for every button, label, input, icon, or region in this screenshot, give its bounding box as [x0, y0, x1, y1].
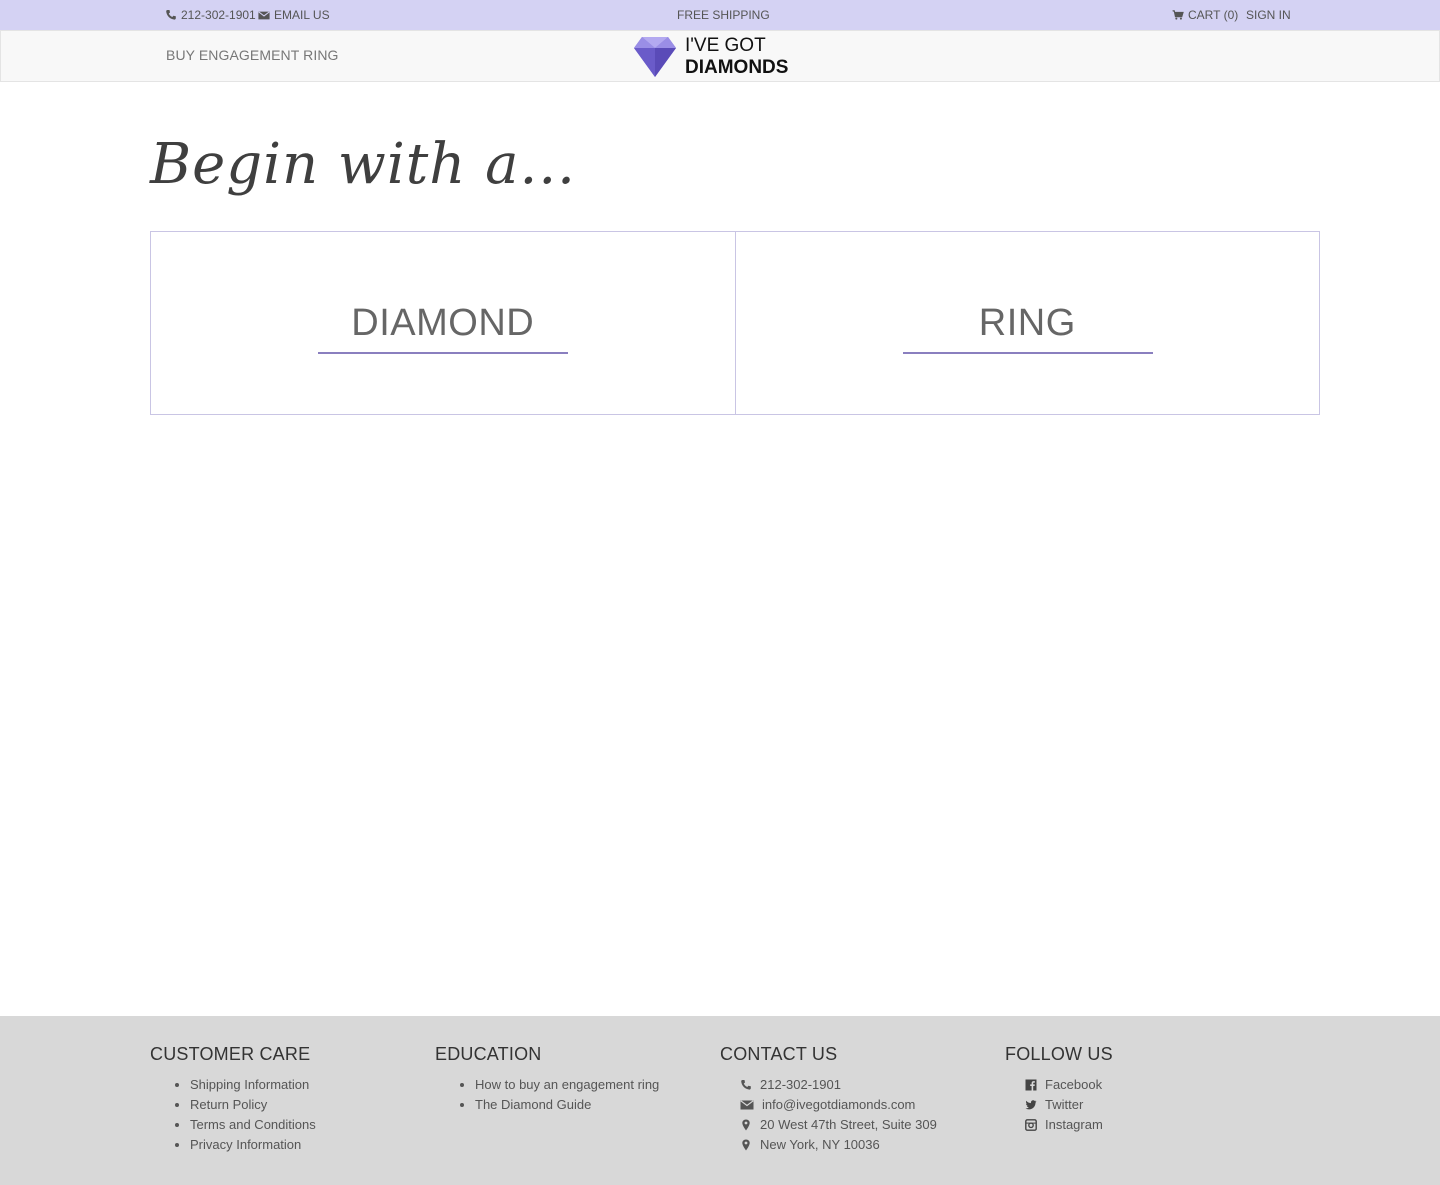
- site-footer: CUSTOMER CARE Shipping Information Retur…: [0, 1016, 1440, 1185]
- contact-phone[interactable]: 212-302-1901: [740, 1075, 937, 1095]
- choice-diamond-label: DIAMOND: [351, 302, 535, 344]
- how-to-buy-link[interactable]: How to buy an engagement ring: [475, 1075, 659, 1095]
- cart-label: CART (0): [1188, 8, 1239, 22]
- envelope-icon: [740, 1100, 754, 1110]
- main-navbar: BUY ENGAGEMENT RING I'VE GOT DIAMONDS: [0, 30, 1440, 82]
- sign-in-link[interactable]: SIGN IN: [1246, 8, 1291, 22]
- choice-diamond-underline: [318, 352, 568, 354]
- top-utility-bar: 212-302-1901 EMAIL US FREE SHIPPING CART…: [0, 0, 1440, 30]
- footer-follow: FOLLOW US Facebook Twitter Instagram: [1005, 1044, 1113, 1135]
- footer-customer-care: CUSTOMER CARE Shipping Information Retur…: [150, 1044, 316, 1155]
- facebook-label: Facebook: [1045, 1077, 1103, 1092]
- shipping-information-link[interactable]: Shipping Information: [190, 1075, 316, 1095]
- map-marker-icon: [742, 1139, 750, 1151]
- choice-ring-label: RING: [978, 302, 1076, 344]
- contact-email[interactable]: info@ivegotdiamonds.com: [740, 1095, 937, 1115]
- envelope-icon: [258, 10, 270, 19]
- phone-icon: [166, 10, 176, 20]
- education-heading: EDUCATION: [435, 1044, 542, 1064]
- choice-diamond[interactable]: DIAMOND: [151, 232, 735, 414]
- logo-line1: I'VE GOT: [685, 35, 766, 56]
- contact-email-text: info@ivegotdiamonds.com: [762, 1097, 916, 1112]
- free-shipping-label: FREE SHIPPING: [677, 8, 770, 22]
- contact-address-line2: New York, NY 10036: [740, 1135, 937, 1155]
- contact-address-line1: 20 West 47th Street, Suite 309: [740, 1115, 937, 1135]
- diamond-logo-icon: [634, 37, 676, 77]
- facebook-link[interactable]: Facebook: [1025, 1075, 1113, 1095]
- return-policy-link[interactable]: Return Policy: [190, 1095, 316, 1115]
- address-line1-text: 20 West 47th Street, Suite 309: [760, 1117, 937, 1132]
- choice-ring[interactable]: RING: [734, 232, 1320, 414]
- twitter-link[interactable]: Twitter: [1025, 1095, 1113, 1115]
- terms-conditions-link[interactable]: Terms and Conditions: [190, 1115, 316, 1135]
- logo-line2: DIAMONDS: [685, 57, 789, 78]
- map-marker-icon: [742, 1119, 750, 1131]
- follow-heading: FOLLOW US: [1005, 1044, 1113, 1064]
- contact-heading: CONTACT US: [720, 1044, 838, 1064]
- logo-text: I'VE GOT DIAMONDS: [685, 35, 788, 79]
- email-us-link[interactable]: EMAIL US: [258, 8, 330, 22]
- page-heading: Begin with a...: [150, 132, 576, 197]
- free-shipping-text: FREE SHIPPING: [677, 8, 770, 22]
- instagram-link[interactable]: Instagram: [1025, 1115, 1113, 1135]
- phone-number: 212-302-1901: [181, 8, 256, 22]
- phone-link[interactable]: 212-302-1901: [165, 8, 256, 22]
- email-us-label: EMAIL US: [274, 8, 330, 22]
- twitter-icon: [1025, 1100, 1037, 1110]
- instagram-icon: [1025, 1119, 1037, 1131]
- education-list: How to buy an engagement ring The Diamon…: [435, 1075, 659, 1115]
- choice-ring-underline: [902, 352, 1153, 354]
- site-logo[interactable]: I'VE GOT DIAMONDS: [633, 35, 788, 79]
- buy-engagement-ring-link[interactable]: BUY ENGAGEMENT RING: [166, 47, 339, 63]
- sign-in-label: SIGN IN: [1246, 8, 1291, 22]
- customer-care-heading: CUSTOMER CARE: [150, 1044, 311, 1064]
- phone-icon: [741, 1080, 751, 1090]
- footer-education: EDUCATION How to buy an engagement ring …: [435, 1044, 659, 1115]
- diamond-guide-link[interactable]: The Diamond Guide: [475, 1095, 659, 1115]
- cart-icon: [1172, 10, 1184, 20]
- facebook-icon: [1025, 1079, 1037, 1091]
- customer-care-list: Shipping Information Return Policy Terms…: [150, 1075, 316, 1155]
- cart-link[interactable]: CART (0): [1172, 8, 1238, 22]
- contact-list: 212-302-1901 info@ivegotdiamonds.com 20 …: [720, 1075, 937, 1155]
- contact-phone-text: 212-302-1901: [760, 1077, 841, 1092]
- footer-contact: CONTACT US 212-302-1901 info@ivegotdiamo…: [720, 1044, 937, 1155]
- address-line2-text: New York, NY 10036: [760, 1137, 880, 1152]
- instagram-label: Instagram: [1045, 1117, 1103, 1132]
- follow-list: Facebook Twitter Instagram: [1005, 1075, 1113, 1135]
- twitter-label: Twitter: [1045, 1097, 1084, 1112]
- privacy-information-link[interactable]: Privacy Information: [190, 1135, 316, 1155]
- choice-panels: DIAMOND RING: [150, 231, 1320, 415]
